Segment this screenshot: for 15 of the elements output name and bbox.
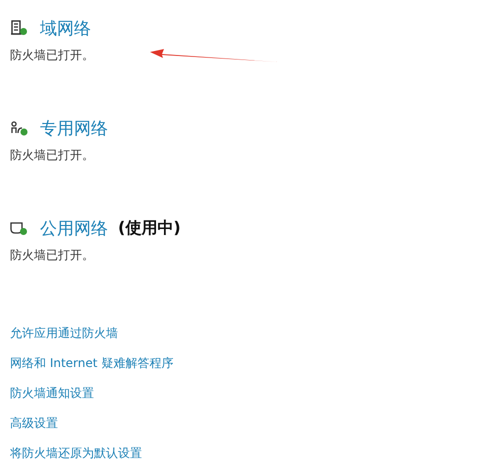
firewall-status: 防火墙已打开。 [10, 147, 94, 164]
firewall-status: 防火墙已打开。 [10, 247, 94, 264]
network-title[interactable]: 公用网络 [40, 216, 108, 240]
cup-icon [10, 220, 28, 236]
settings-link[interactable]: 防火墙通知设置 [10, 385, 94, 401]
network-title[interactable]: 专用网络 [40, 116, 108, 140]
in-use-label: (使用中) [118, 218, 181, 238]
settings-link[interactable]: 高级设置 [10, 415, 58, 431]
settings-link[interactable]: 将防火墙还原为默认设置 [10, 445, 142, 461]
people-icon [10, 120, 28, 136]
firewall-status: 防火墙已打开。 [10, 47, 94, 64]
settings-link[interactable]: 网络和 Internet 疑难解答程序 [10, 355, 174, 371]
network-title[interactable]: 域网络 [40, 16, 91, 40]
building-icon [10, 20, 28, 36]
settings-link[interactable]: 允许应用通过防火墙 [10, 325, 118, 341]
